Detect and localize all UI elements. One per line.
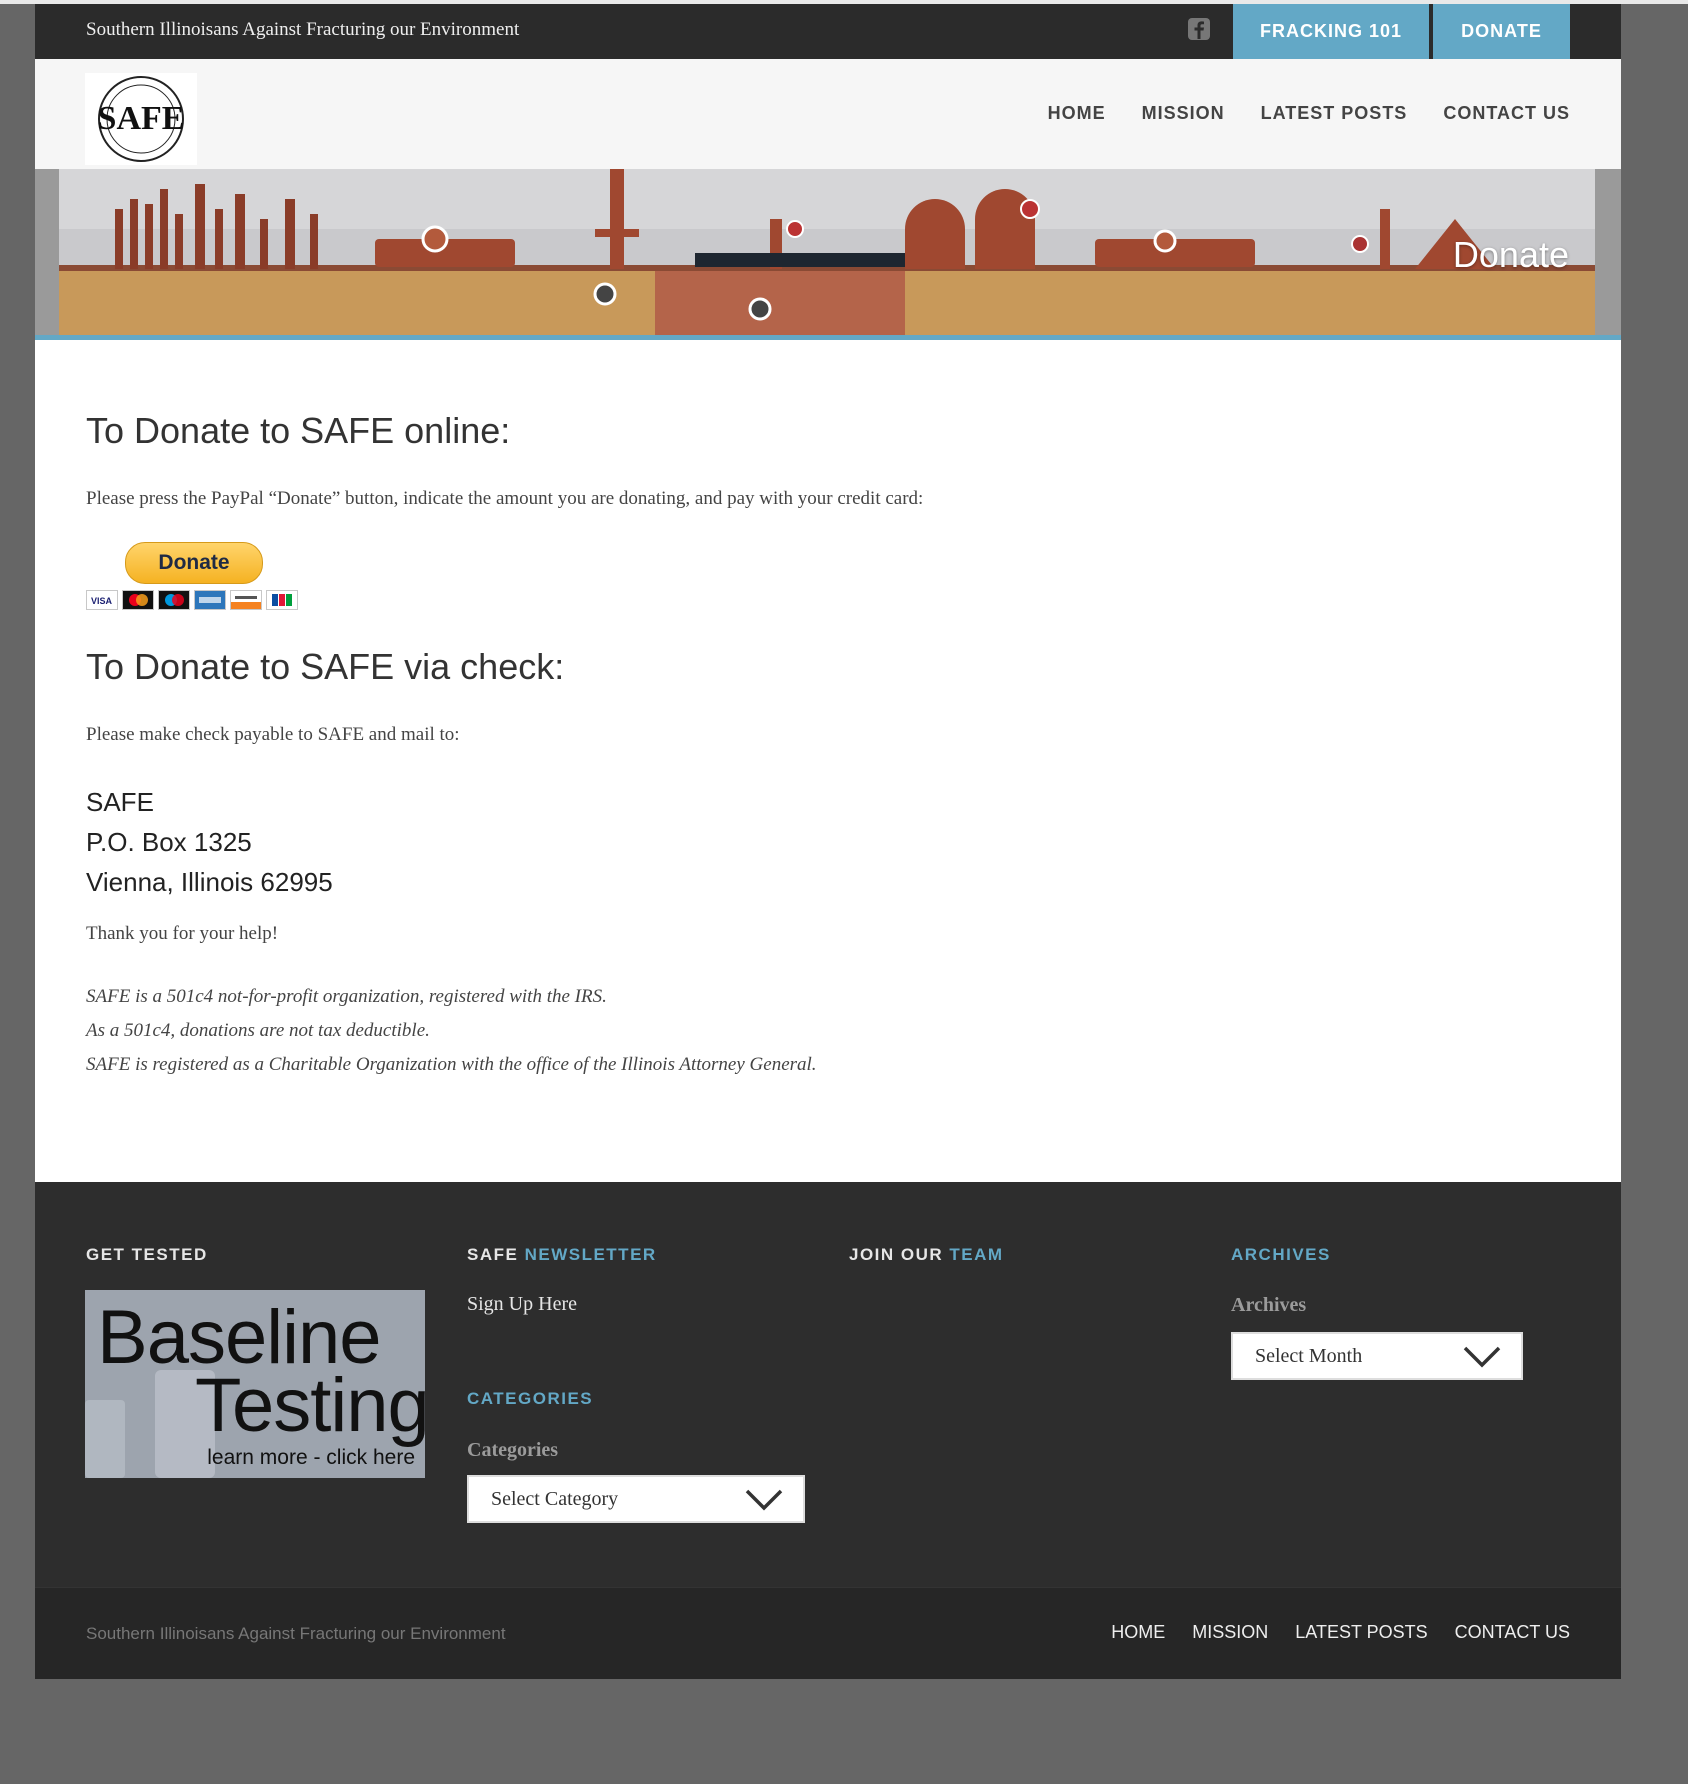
baseline-testing-banner[interactable]: Baseline Testing learn more - click here xyxy=(85,1290,425,1478)
thank-you-text: Thank you for your help! xyxy=(86,923,279,944)
get-tested-title: GET TESTED xyxy=(86,1245,208,1264)
note-line: SAFE is registered as a Charitable Organ… xyxy=(86,1054,817,1075)
nav-mission[interactable]: MISSION xyxy=(1142,103,1225,124)
banner-page-title: Donate xyxy=(1452,234,1569,275)
payment-card-icons: VISA xyxy=(86,590,298,610)
mailing-address: SAFE P.O. Box 1325 Vienna, Illinois 6299… xyxy=(86,782,333,902)
archives-label: Archives xyxy=(1231,1294,1307,1316)
newsletter-title: SAFE NEWSLETTER xyxy=(467,1245,657,1265)
donate-top-button[interactable]: DONATE xyxy=(1433,4,1570,59)
address-line-name: SAFE xyxy=(86,787,154,817)
mastercard-card-icon xyxy=(122,590,154,610)
note-line: As a 501c4, donations are not tax deduct… xyxy=(86,1020,430,1041)
online-donation-instructions: Please press the PayPal “Donate” button,… xyxy=(86,488,924,509)
archives-select-value: Select Month xyxy=(1255,1344,1363,1367)
jcb-card-icon xyxy=(266,590,298,610)
check-donation-instructions: Please make check payable to SAFE and ma… xyxy=(86,724,460,745)
footer-nav-contact-us[interactable]: CONTACT US xyxy=(1455,1622,1570,1643)
team-title: JOIN OUR TEAM xyxy=(849,1245,1004,1265)
address-line-city: Vienna, Illinois 62995 xyxy=(86,867,333,897)
site-header: SAFE HOME MISSION LATEST POSTS CONTACT U… xyxy=(35,59,1621,169)
archives-select[interactable]: Select Month xyxy=(1231,1332,1523,1380)
maestro-card-icon xyxy=(158,590,190,610)
page: Southern Illinoisans Against Fracturing … xyxy=(35,4,1621,1679)
fracking-101-button[interactable]: FRACKING 101 xyxy=(1233,4,1429,59)
amex-card-icon xyxy=(194,590,226,610)
category-select[interactable]: Select Category xyxy=(467,1475,805,1523)
footer-nav-mission[interactable]: MISSION xyxy=(1192,1622,1268,1643)
team-title-plain: JOIN OUR xyxy=(849,1245,944,1264)
banner-accent-line xyxy=(35,335,1621,340)
footer-bottom-bar: Southern Illinoisans Against Fracturing … xyxy=(35,1587,1621,1679)
chevron-down-icon xyxy=(1463,1346,1501,1368)
site-tagline: Southern Illinoisans Against Fracturing … xyxy=(86,19,520,40)
learn-more-text: learn more - click here xyxy=(207,1446,415,1469)
footer-nav: HOME MISSION LATEST POSTS CONTACT US xyxy=(1111,1622,1570,1643)
categories-title: CATEGORIES xyxy=(467,1389,594,1408)
newsletter-title-plain: SAFE xyxy=(467,1245,519,1264)
note-line: SAFE is a 501c4 not-for-profit organizat… xyxy=(86,986,607,1007)
logo-text: SAFE xyxy=(98,100,185,137)
team-title-accent: TEAM xyxy=(949,1245,1004,1264)
nav-latest-posts[interactable]: LATEST POSTS xyxy=(1261,103,1408,124)
top-bar: Southern Illinoisans Against Fracturing … xyxy=(35,4,1621,59)
online-donation-heading: To Donate to SAFE online: xyxy=(86,410,511,451)
categories-label: Categories xyxy=(467,1439,559,1461)
category-select-value: Select Category xyxy=(491,1487,619,1510)
nav-contact-us[interactable]: CONTACT US xyxy=(1443,103,1570,124)
discover-card-icon xyxy=(230,590,262,610)
chevron-down-icon xyxy=(745,1489,783,1511)
paypal-donate-button[interactable]: Donate xyxy=(125,542,263,584)
footer-nav-home[interactable]: HOME xyxy=(1111,1622,1165,1643)
newsletter-signup-link[interactable]: Sign Up Here xyxy=(467,1293,577,1316)
archives-title: ARCHIVES xyxy=(1231,1245,1331,1264)
main-nav: HOME MISSION LATEST POSTS CONTACT US xyxy=(1048,103,1570,124)
safe-logo[interactable]: SAFE xyxy=(85,73,197,165)
newsletter-title-accent: NEWSLETTER xyxy=(524,1245,657,1264)
address-line-box: P.O. Box 1325 xyxy=(86,827,252,857)
facebook-icon[interactable] xyxy=(1187,17,1211,41)
check-donation-heading: To Donate to SAFE via check: xyxy=(86,646,565,687)
footer-site-name: Southern Illinoisans Against Fracturing … xyxy=(86,1624,506,1643)
testing-text: Testing xyxy=(195,1363,425,1448)
visa-card-icon: VISA xyxy=(86,590,118,610)
tax-notes: SAFE is a 501c4 not-for-profit organizat… xyxy=(86,980,817,1082)
footer-nav-latest-posts[interactable]: LATEST POSTS xyxy=(1295,1622,1427,1643)
svg-text:VISA: VISA xyxy=(91,596,113,606)
banner-mural-image xyxy=(35,169,1621,339)
nav-home[interactable]: HOME xyxy=(1048,103,1106,124)
footer-widgets: GET TESTED Baseline Testing learn more -… xyxy=(35,1182,1621,1587)
